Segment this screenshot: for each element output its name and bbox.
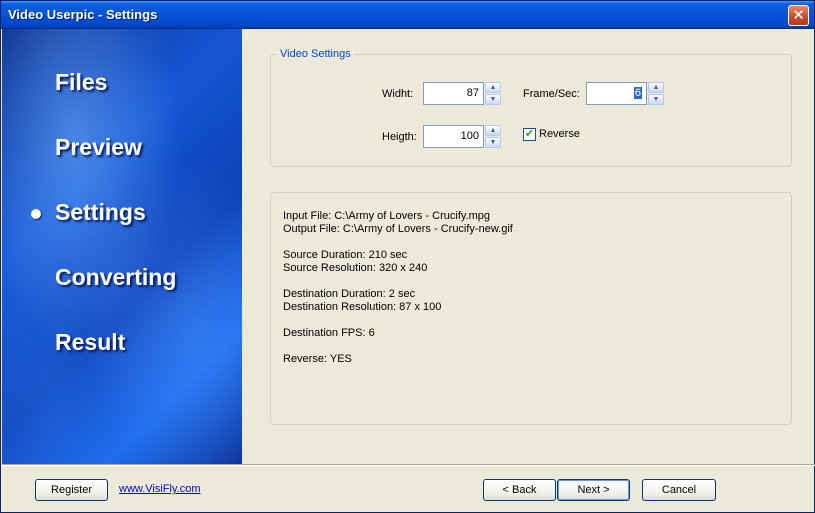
reverse-checkbox[interactable]: ✔ (523, 128, 536, 141)
destination-fps-text: Destination FPS: 6 (283, 327, 375, 339)
fps-spin-up-icon[interactable]: ▲ (648, 82, 664, 93)
active-step-bullet-icon (31, 209, 41, 219)
title-bar[interactable]: Video Userpic - Settings ✕ (1, 1, 814, 29)
reverse-summary-text: Reverse: YES (283, 353, 352, 365)
checkmark-icon: ✔ (524, 128, 535, 140)
height-spinner: ▲ ▼ (485, 125, 501, 148)
sidebar-item-settings: Settings (55, 199, 146, 225)
sidebar-item-converting: Converting (55, 264, 177, 290)
width-spinner: ▲ ▼ (485, 82, 501, 105)
website-link[interactable]: www.VisiFly.com (119, 483, 201, 495)
width-input[interactable]: 87 (423, 82, 484, 105)
destination-resolution-text: Destination Resolution: 87 x 100 (283, 301, 442, 313)
height-input[interactable]: 100 (423, 125, 484, 148)
fps-spinner: ▲ ▼ (648, 82, 664, 105)
source-resolution-text: Source Resolution: 320 x 240 (283, 262, 428, 274)
height-spin-down-icon[interactable]: ▼ (485, 137, 501, 148)
input-file-text: Input File: C:\Army of Lovers - Crucify.… (283, 210, 491, 222)
fps-input[interactable]: 6 (586, 82, 647, 105)
height-label: Heigth: (382, 131, 417, 143)
sidebar-item-files: Files (55, 69, 108, 95)
back-button[interactable]: < Back (483, 479, 556, 501)
output-file-text: Output File: C:\Army of Lovers - Crucify… (283, 223, 513, 235)
footer-divider (2, 464, 815, 466)
settings-window: Video Userpic - Settings ✕ Files Preview… (0, 0, 815, 513)
destination-duration-text: Destination Duration: 2 sec (283, 288, 416, 300)
width-label: Widht: (382, 88, 414, 100)
cancel-button[interactable]: Cancel (642, 479, 716, 501)
width-spin-down-icon[interactable]: ▼ (485, 94, 501, 105)
fps-label: Frame/Sec: (523, 88, 580, 100)
source-duration-text: Source Duration: 210 sec (283, 249, 408, 261)
next-button[interactable]: Next > (557, 479, 630, 501)
fps-spin-down-icon[interactable]: ▼ (648, 94, 664, 105)
reverse-label[interactable]: Reverse (539, 128, 580, 140)
sidebar-item-preview: Preview (55, 134, 142, 160)
close-icon[interactable]: ✕ (788, 5, 809, 26)
window-title: Video Userpic - Settings (8, 7, 158, 22)
fps-value-selected: 6 (633, 87, 642, 99)
register-button[interactable]: Register (35, 479, 108, 501)
video-settings-group (270, 54, 792, 167)
wizard-sidebar (2, 29, 242, 464)
width-spin-up-icon[interactable]: ▲ (485, 82, 501, 93)
height-spin-up-icon[interactable]: ▲ (485, 125, 501, 136)
video-settings-legend: Video Settings (277, 48, 354, 60)
sidebar-item-result: Result (55, 329, 126, 355)
